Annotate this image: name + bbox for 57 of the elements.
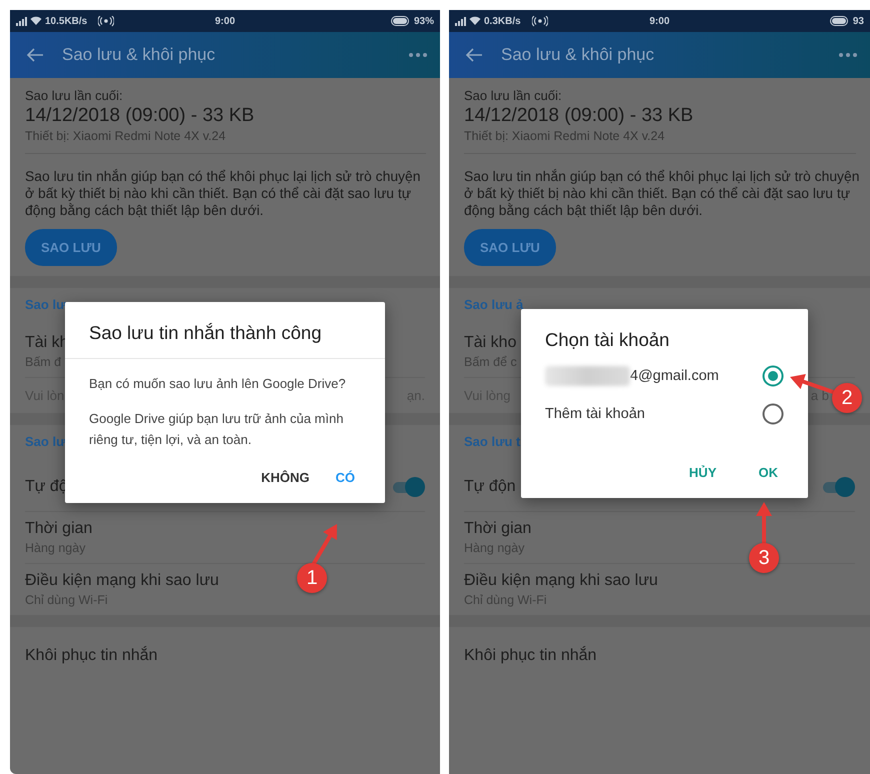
clock-time: 9:00 <box>214 16 236 26</box>
last-backup-label: Sao lưu lần cuối: <box>464 88 563 103</box>
hotspot-icon <box>98 16 114 26</box>
radio-button[interactable] <box>762 365 784 387</box>
dialog-button[interactable]: HỦY <box>683 461 722 484</box>
setting-title[interactable]: Thời gian <box>25 520 92 538</box>
setting-title[interactable]: Điều kiện mạng khi sao lưu <box>464 572 658 590</box>
network-speed: 0.3KB/s <box>484 16 521 26</box>
setting-title[interactable]: Thời gian <box>464 520 532 538</box>
last-backup-value: 14/12/2018 (09:00) - 33 KB <box>464 105 694 127</box>
section-header: Sao lư <box>25 297 66 312</box>
more-options-icon[interactable] <box>408 52 428 58</box>
back-arrow-icon[interactable] <box>465 48 483 62</box>
dialog-button[interactable]: CÓ <box>330 466 361 489</box>
step-badge: 1 <box>297 563 327 593</box>
step-badge: 2 <box>832 383 862 413</box>
setting-title[interactable]: Điều kiện mạng khi sao lưu <box>25 572 219 590</box>
toggle-switch[interactable] <box>821 477 855 497</box>
section-header: Sao lưu t <box>464 434 520 449</box>
battery-icon <box>830 16 850 26</box>
radio-button[interactable] <box>762 403 784 425</box>
signal-icon <box>16 16 27 26</box>
dialog-button[interactable]: OK <box>752 461 784 484</box>
clock-time: 9:00 <box>648 16 670 26</box>
hotspot-icon <box>532 16 548 26</box>
signal-icon <box>455 16 466 26</box>
toggle-switch[interactable] <box>391 477 425 497</box>
more-options-icon[interactable] <box>838 52 858 58</box>
screen-title: Sao lưu & khôi phục <box>501 45 656 65</box>
dialog-button[interactable]: KHÔNG <box>255 466 316 489</box>
setting-title[interactable]: Tài kho <box>464 334 516 352</box>
setting-title[interactable]: Tự độn <box>464 478 516 496</box>
wifi-icon <box>30 16 42 26</box>
dialog-title: Sao lưu tin nhắn thành công <box>65 302 385 359</box>
section-header: Sao lưu ả <box>464 297 524 312</box>
backup-description: Sao lưu tin nhắn giúp bạn có thể khôi phục lại lịch sử trò chuyện ở bất kỳ thiết bị nào khi cần thiết. Bạn có thể cài đặt sao lưu tự động bằng cách bật thiết lập bên dưới. <box>464 168 860 219</box>
backup-button[interactable]: SAO LƯU <box>464 229 556 266</box>
battery-icon <box>390 16 411 26</box>
section-header: Sao lư <box>25 434 66 449</box>
backup-description: Sao lưu tin nhắn giúp bạn có thể khôi phục lại lịch sử trò chuyện ở bất kỳ thiết bị nào khi cần thiết. Bạn có thể cài đặt sao lưu tự động bằng cách bật thiết lập bên dưới. <box>25 168 422 219</box>
wifi-icon <box>469 16 481 26</box>
setting-title[interactable]: Khôi phục tin nhắn <box>25 647 158 665</box>
account-option[interactable]: Thêm tài khoản <box>545 406 645 422</box>
step-badge: 3 <box>749 543 779 573</box>
backup-button[interactable]: SAO LƯU <box>25 229 117 266</box>
network-speed: 10.5KB/s <box>45 16 88 26</box>
last-backup-label: Sao lưu lần cuối: <box>25 88 124 103</box>
back-arrow-icon[interactable] <box>26 48 44 62</box>
dialog-title: Chọn tài khoản <box>544 328 670 352</box>
account-option[interactable]: 4@gmail.com <box>630 368 719 384</box>
screen-title: Sao lưu & khôi phục <box>62 45 216 65</box>
battery-percent: 93 <box>852 16 864 26</box>
battery-percent: 93% <box>414 16 434 26</box>
last-backup-value: 14/12/2018 (09:00) - 33 KB <box>25 105 256 127</box>
dialog-message: Google Drive giúp bạn lưu trữ ảnh của mình riêng tư, tiện lợi, và an toàn. <box>88 410 344 449</box>
setting-title[interactable]: Khôi phục tin nhắn <box>464 647 597 665</box>
dialog-message: Bạn có muốn sao lưu ảnh lên Google Drive? <box>88 375 347 393</box>
